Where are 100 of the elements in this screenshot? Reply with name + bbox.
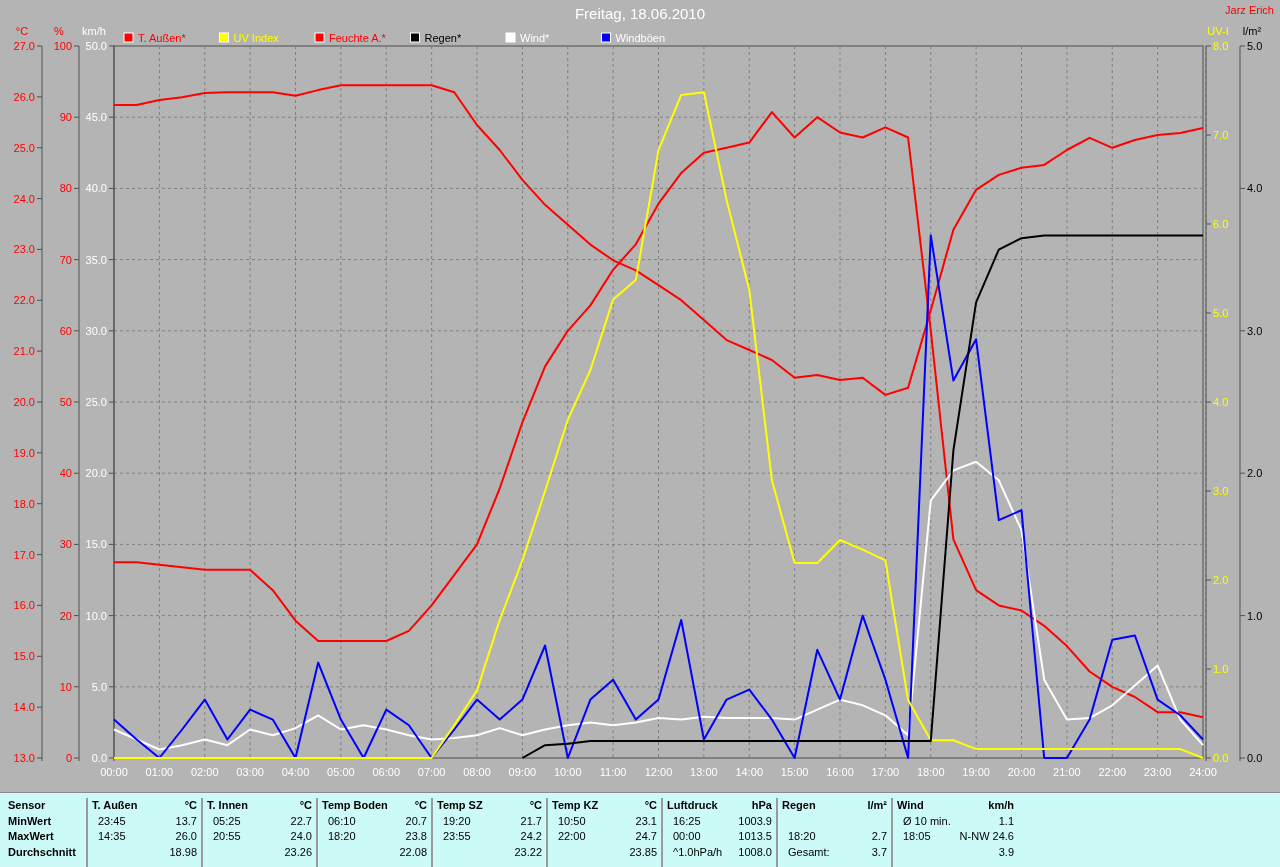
table-header: °C [299, 798, 312, 813]
axis-tick-label: 5.0 [1213, 307, 1229, 319]
axis-tick-label: 20.0 [85, 467, 107, 480]
table-cell: 21.7 [520, 813, 542, 829]
axis-unit-label: UV-I [1207, 25, 1229, 37]
axis-tick-label: 7.0 [1213, 129, 1229, 141]
table-cell-text: N-NW 24.6 [959, 829, 1014, 844]
axis-tick-label: 03:00 [236, 766, 264, 778]
table-header: hPa [751, 798, 772, 813]
axis-tick-label: 6.0 [1213, 218, 1229, 230]
axis-unit-label: °C [15, 25, 29, 37]
table-cell-text: 24.2 [520, 829, 542, 844]
axis-tick-label: 50.0 [85, 40, 107, 52]
axis-tick-label: 10 [59, 680, 72, 693]
axis-tick-label: 09:00 [508, 766, 537, 778]
axis-tick-label: 24.0 [13, 192, 35, 205]
table-header: km/h [988, 798, 1014, 813]
axis-tick-label: 2.0 [1213, 574, 1229, 586]
axis-tick-label: 90 [59, 111, 72, 124]
axis-tick-label: 3.0 [1247, 324, 1263, 337]
axis-tick-label: 30 [59, 538, 72, 551]
table-cell: 23.1 [635, 813, 657, 829]
axis-tick-label: 4.0 [1247, 182, 1263, 195]
axis-tick-label: 13.0 [13, 752, 35, 764]
axis-tick-label: 12:00 [644, 766, 673, 778]
axis-tick-label: 25.0 [85, 396, 107, 408]
table-cell: 20.7 [405, 813, 427, 829]
axis-tick-label: 26.0 [13, 90, 35, 103]
table-cell-text: 14:35 [97, 829, 126, 844]
axis-unit-label: l/m² [1242, 25, 1262, 37]
table-header: °C [414, 798, 427, 813]
axis-tick-label: 25.0 [13, 141, 35, 154]
legend-label: Windböen [615, 32, 666, 44]
axis-tick-label: 24:00 [1189, 766, 1217, 778]
table-cell-text: 18:20 [787, 829, 816, 844]
axis-tick-label: 06:00 [372, 766, 400, 778]
axis-tick-label: 22.0 [13, 294, 35, 307]
table-cell: 3.7 [871, 844, 887, 860]
axis-tick-label: 02:00 [191, 766, 219, 778]
table-cell-text: 23.8 [405, 829, 427, 844]
table-header: Temp KZ [552, 798, 599, 813]
table-header: l/m² [867, 798, 887, 813]
table-header: °C [529, 798, 542, 813]
table-cell: 1.1 [998, 813, 1014, 829]
axis-tick-label: 30.0 [85, 324, 107, 337]
table-cell: 23.26 [284, 844, 312, 860]
axis-tick-label: 15:00 [780, 766, 809, 778]
table-cell-text: 18:05 [902, 829, 931, 844]
axis-tick-label: 0 [65, 752, 72, 764]
table-cell-text: Ø 10 min. [902, 813, 951, 829]
axis-tick-label: 20 [59, 609, 72, 622]
table-cell-text: 10:50 [557, 813, 586, 829]
table-cell: 22.7 [290, 813, 312, 829]
axis-tick-label: 18:00 [917, 766, 945, 778]
axis-tick-label: 35.0 [85, 253, 107, 266]
axis-tick-label: 10.0 [85, 609, 107, 622]
table-cell: 13.7 [175, 813, 197, 829]
axis-tick-label: 13:00 [690, 766, 718, 778]
axis-tick-label: 05:00 [327, 766, 355, 778]
axis-tick-label: 07:00 [417, 766, 446, 778]
author-name: Jarz Erich [1225, 4, 1274, 16]
axis-tick-label: 14.0 [13, 701, 35, 714]
table-cell-text: 26.0 [175, 829, 197, 844]
axis-tick-label: 15.0 [85, 538, 107, 551]
axis-tick-label: 70 [59, 253, 72, 266]
axis-tick-label: 5.0 [91, 680, 107, 693]
axis-tick-label: 40 [59, 467, 72, 480]
axis-tick-label: 21.0 [13, 345, 35, 358]
axis-tick-label: 00:00 [100, 766, 128, 778]
axis-unit-label: km/h [82, 25, 106, 37]
axis-tick-label: 0.0 [1247, 752, 1263, 764]
table-header: Temp SZ [437, 798, 483, 813]
table-header: T. Außen [92, 798, 138, 813]
table-cell: 1008.0 [738, 844, 772, 860]
table-cell-text: 19:20 [442, 813, 471, 829]
table-cell-text: 24.7 [635, 829, 657, 844]
axis-tick-label: 22:00 [1098, 766, 1126, 778]
table-cell-text: 22:00 [557, 829, 586, 844]
row-label: Durchschnitt [8, 844, 77, 860]
axis-tick-label: 14:00 [735, 766, 763, 778]
table-header: Temp Boden [322, 798, 388, 813]
legend-label: Regen* [424, 32, 462, 44]
axis-tick-label: 40.0 [85, 182, 107, 195]
table-cell-text: 23:55 [442, 829, 471, 844]
table-cell-text: Gesamt: [787, 844, 830, 860]
axis-tick-label: 18.0 [13, 497, 35, 510]
table-cell-text: 06:10 [327, 813, 356, 829]
axis-tick-label: 19:00 [962, 766, 990, 778]
axis-tick-label: 100 [53, 40, 72, 52]
axis-tick-label: 0.0 [1213, 752, 1229, 764]
table-cell-text: 20:55 [212, 829, 241, 844]
axis-tick-label: 08:00 [463, 766, 491, 778]
axis-tick-label: 0.0 [91, 752, 107, 764]
table-cell: 22.08 [399, 844, 427, 860]
table-cell: 3.9 [998, 844, 1014, 860]
axis-tick-label: 4.0 [1213, 396, 1229, 408]
table-cell-text: 1013.5 [738, 829, 772, 844]
table-header: °C [644, 798, 657, 813]
table-header: T. Innen [207, 798, 248, 813]
table-cell-text: ^1.0hPa/h [672, 844, 723, 860]
